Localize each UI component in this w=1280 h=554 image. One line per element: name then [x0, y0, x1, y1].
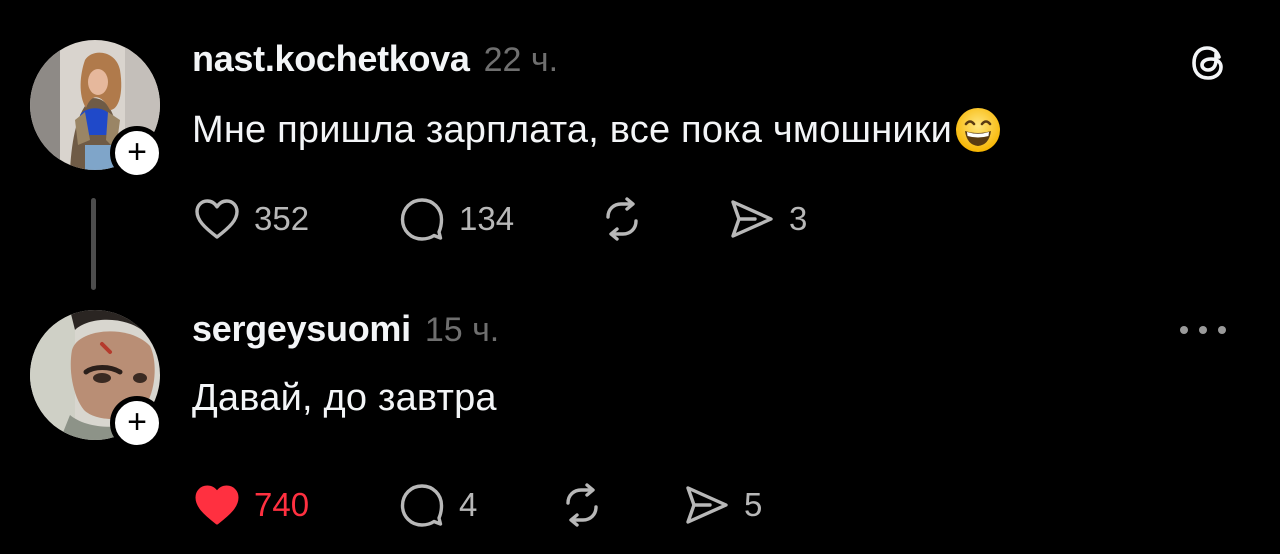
post-text: Мне пришла зарплата, все пока чмошники — [192, 108, 953, 151]
thread-post: + nast.kochetkova 22 ч. Мне пришла зарпл… — [0, 0, 1280, 290]
reply-count: 134 — [459, 200, 515, 237]
timestamp: 15 ч. — [424, 311, 500, 349]
dot — [1199, 326, 1207, 334]
dot — [1180, 326, 1188, 334]
thread-post: + sergeysuomi 15 ч. Давай, до завтра 740 — [0, 290, 1280, 554]
repost-icon — [597, 194, 647, 244]
post-actions: 740 4 5 — [192, 480, 762, 530]
like-button[interactable]: 352 — [192, 194, 397, 244]
like-button[interactable]: 740 — [192, 480, 397, 530]
send-paper-plane-icon — [682, 480, 732, 530]
share-count: 5 — [744, 486, 763, 523]
dot — [1218, 326, 1226, 334]
follow-button[interactable]: + — [110, 126, 164, 180]
post-text: Давай, до завтра — [192, 376, 497, 419]
post-text-row: Давай, до завтра — [192, 374, 1240, 422]
send-paper-plane-icon — [727, 194, 777, 244]
post-header: nast.kochetkova 22 ч. — [192, 38, 1240, 84]
more-options-icon[interactable] — [1180, 320, 1226, 340]
reply-count: 4 — [459, 486, 478, 523]
thread-connector-line — [91, 198, 96, 290]
username[interactable]: sergeysuomi — [192, 308, 411, 350]
post-content: nast.kochetkova 22 ч. Мне пришла зарплат… — [192, 38, 1240, 241]
post-content: sergeysuomi 15 ч. Давай, до завтра 740 4… — [192, 308, 1240, 527]
repost-button[interactable] — [597, 194, 727, 244]
plus-icon: + — [127, 402, 147, 441]
like-count: 352 — [254, 200, 310, 237]
follow-button[interactable]: + — [110, 396, 164, 450]
repost-icon — [557, 480, 607, 530]
timestamp: 22 ч. — [483, 41, 559, 79]
share-button[interactable]: 5 — [682, 480, 762, 530]
avatar-container[interactable]: + — [30, 40, 164, 180]
reply-button[interactable]: 134 — [397, 194, 597, 244]
reply-button[interactable]: 4 — [397, 480, 557, 530]
like-count: 740 — [254, 486, 310, 523]
grinning-face-emoji-icon — [954, 106, 1002, 154]
comment-bubble-icon — [397, 194, 447, 244]
share-count: 3 — [789, 200, 808, 237]
repost-button[interactable] — [557, 480, 682, 530]
plus-icon: + — [127, 132, 147, 171]
heart-icon — [192, 194, 242, 244]
share-button[interactable]: 3 — [727, 194, 807, 244]
comment-bubble-icon — [397, 480, 447, 530]
heart-filled-icon — [192, 480, 242, 530]
post-actions: 352 134 3 — [192, 194, 807, 244]
username[interactable]: nast.kochetkova — [192, 38, 470, 80]
post-text-row: Мне пришла зарплата, все пока чмошники — [192, 106, 1240, 154]
post-header: sergeysuomi 15 ч. — [192, 308, 1240, 354]
threads-logo-icon[interactable] — [1186, 40, 1232, 86]
avatar-container[interactable]: + — [30, 310, 164, 450]
